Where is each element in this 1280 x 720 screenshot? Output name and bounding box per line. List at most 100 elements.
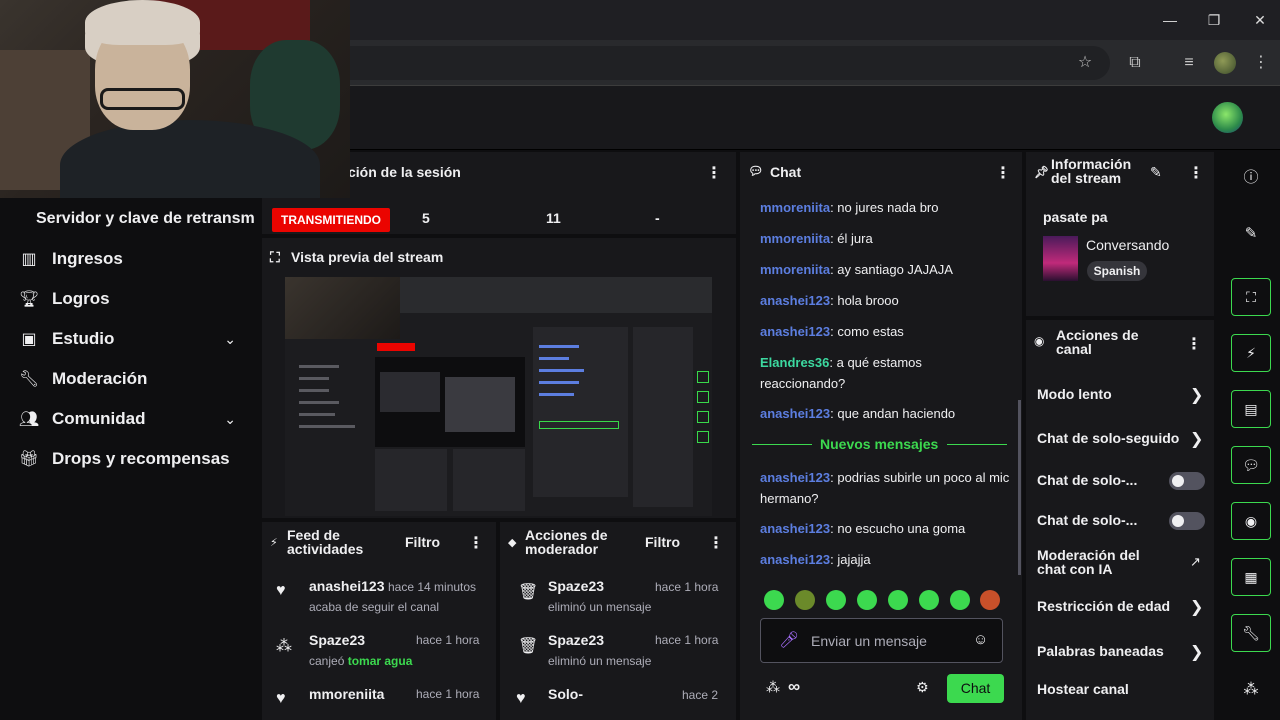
close-icon[interactable]: ✕	[1250, 10, 1270, 30]
chat-message: anashei123: no escucho una goma	[760, 521, 966, 536]
new-messages-divider[interactable]: Nuevos mensajes	[752, 436, 1007, 454]
pencil-edit-icon[interactable]: ✎	[1150, 164, 1162, 181]
sub-only-toggle[interactable]	[1169, 472, 1205, 490]
sidebar-item-logros[interactable]: 🏆︎ Logros	[18, 284, 248, 314]
kebab-menu-icon[interactable]: ⋮	[995, 163, 1011, 183]
sidebar-item-moderacion[interactable]: 🔧︎ Moderación	[18, 364, 248, 394]
feed-description: acaba de seguir el canal	[309, 600, 440, 614]
action-age-restriction[interactable]: Restricción de edad	[1037, 598, 1170, 614]
bar-chart-icon: ▥	[21, 251, 37, 268]
action-host-channel[interactable]: Hostear canal	[1037, 681, 1129, 697]
emote-icon[interactable]	[764, 590, 784, 610]
microphone-icon[interactable]: 🎤︎	[779, 630, 799, 650]
feed-timestamp: hace 1 hora	[416, 687, 480, 701]
category-thumbnail[interactable]	[1043, 236, 1078, 281]
bookmark-star-icon[interactable]: ☆	[1074, 52, 1096, 74]
external-link-icon[interactable]: ↗	[1190, 554, 1201, 570]
emote-icon[interactable]	[826, 590, 846, 610]
chevron-down-icon[interactable]: ⌄	[224, 411, 236, 428]
emote-icon[interactable]	[888, 590, 908, 610]
minimize-icon[interactable]: —	[1160, 10, 1180, 30]
emote-icon[interactable]	[950, 590, 970, 610]
filter-button[interactable]: Filtro	[645, 534, 680, 550]
emote-icon[interactable]	[919, 590, 939, 610]
maximize-icon[interactable]: ❐	[1204, 10, 1224, 30]
mod-description: eliminó un mensaje	[548, 654, 652, 668]
feed-username[interactable]: Spaze23	[309, 632, 365, 648]
browser-menu-icon[interactable]: ⋮	[1250, 52, 1272, 74]
sidebar-item-label: Moderación	[52, 369, 148, 388]
feed-username[interactable]: mmoreniita	[309, 686, 384, 702]
lightning-icon: ⚡︎	[270, 537, 278, 549]
action-banned-words[interactable]: Palabras baneadas	[1037, 643, 1164, 659]
sidebar-item-drops[interactable]: 🎁︎ Drops y recompensas	[18, 444, 248, 474]
mod-username[interactable]: Spaze23	[548, 578, 604, 594]
mod-username[interactable]: Spaze23	[548, 632, 604, 648]
chat-scrollbar[interactable]	[1018, 400, 1021, 575]
chat-settings-gear-icon[interactable]: ⚙	[916, 679, 929, 696]
chevron-right-icon[interactable]: ❯	[1190, 597, 1203, 617]
mod-actions-title: Acciones de moderador	[525, 527, 608, 557]
channel-points-icon[interactable]: ⁂	[766, 679, 780, 696]
sidebar-item-estudio[interactable]: ▣ Estudio ⌄	[18, 324, 248, 354]
kebab-menu-icon[interactable]: ⋮	[708, 533, 724, 553]
chat-icon[interactable]: 💬︎	[1231, 446, 1271, 484]
gift-icon: 🎁︎	[18, 451, 40, 468]
notes-icon[interactable]: ▤	[1231, 390, 1271, 428]
extensions-icon[interactable]: ⧉	[1124, 52, 1146, 74]
raid-icon[interactable]: ▦	[1231, 558, 1271, 596]
broadcast-icon[interactable]: ◉	[1231, 502, 1271, 540]
trash-icon: 🗑︎	[518, 638, 539, 655]
info-icon[interactable]: ⓘ	[1238, 165, 1264, 191]
lightning-icon[interactable]: ⚡︎	[1231, 334, 1271, 372]
kebab-menu-icon[interactable]: ⋮	[706, 163, 722, 183]
sidebar-item-label: Drops y recompensas	[52, 449, 230, 468]
address-bar[interactable]	[260, 46, 1110, 80]
browser-profile-avatar[interactable]	[1214, 52, 1236, 74]
preview-panel-title: Vista previa del stream	[291, 249, 444, 265]
chevron-right-icon[interactable]: ❯	[1190, 385, 1203, 405]
emote-only-toggle[interactable]	[1169, 512, 1205, 530]
chat-input-placeholder: Enviar un mensaje	[811, 633, 927, 649]
chat-message: Elandres36: a qué estamos reaccionando?	[760, 355, 922, 391]
activity-feed-title: Feed de actividades	[287, 527, 364, 557]
emote-icon[interactable]	[857, 590, 877, 610]
kebab-menu-icon[interactable]: ⋮	[1188, 163, 1204, 183]
points-icon[interactable]: ⁂	[1238, 677, 1264, 703]
stream-category[interactable]: Conversando	[1086, 237, 1169, 253]
feed-username[interactable]: anashei123	[309, 578, 385, 594]
webcam-overlay	[0, 0, 350, 198]
mod-username[interactable]: Solo-	[548, 686, 583, 702]
chevron-right-icon[interactable]: ❯	[1190, 429, 1203, 449]
kebab-menu-icon[interactable]: ⋮	[1186, 334, 1202, 354]
chat-message-input[interactable]: 🎤︎ Enviar un mensaje ☺	[760, 618, 1003, 663]
sidebar-item-comunidad[interactable]: 👥︎ Comunidad ⌄	[18, 404, 248, 434]
sidebar-item-ingresos[interactable]: ▥ Ingresos	[18, 244, 248, 274]
action-follower-only-chat[interactable]: Chat de solo-seguido	[1037, 430, 1183, 446]
sidebar-item-stream-key[interactable]: Servidor y clave de retransm	[36, 210, 258, 228]
action-slow-mode[interactable]: Modo lento	[1037, 386, 1112, 402]
stream-preview-video[interactable]	[285, 277, 712, 516]
chevron-right-icon[interactable]: ❯	[1190, 642, 1203, 662]
emote-icon[interactable]	[980, 590, 1000, 610]
pencil-icon[interactable]: ✎	[1238, 221, 1264, 247]
emoji-picker-icon[interactable]: ☺	[973, 631, 988, 648]
media-controls-icon[interactable]: ≡	[1178, 52, 1200, 74]
trophy-icon: 🏆︎	[18, 291, 40, 308]
stream-info-title: Información del stream	[1051, 156, 1132, 186]
wrench-icon[interactable]: 🔧︎	[1231, 614, 1271, 652]
mod-timestamp: hace 1 hora	[655, 633, 719, 647]
user-avatar[interactable]	[1212, 102, 1243, 133]
kebab-menu-icon[interactable]: ⋮	[468, 533, 484, 553]
clip-icon[interactable]: ⛶	[1231, 278, 1271, 316]
chevron-down-icon[interactable]: ⌄	[224, 331, 236, 348]
filter-button[interactable]: Filtro	[405, 534, 440, 550]
heart-icon: ♥	[276, 582, 286, 599]
chat-message: anashei123: que andan haciendo	[760, 406, 956, 421]
sidebar-item-label: Logros	[52, 289, 110, 308]
emote-icon[interactable]	[795, 590, 815, 610]
channel-actions-title: Acciones de canal	[1056, 327, 1139, 357]
language-tag[interactable]: Spanish	[1087, 261, 1147, 281]
action-ai-moderation[interactable]: Moderación del chat con IA	[1037, 548, 1162, 576]
chat-send-button[interactable]: Chat	[947, 674, 1004, 703]
